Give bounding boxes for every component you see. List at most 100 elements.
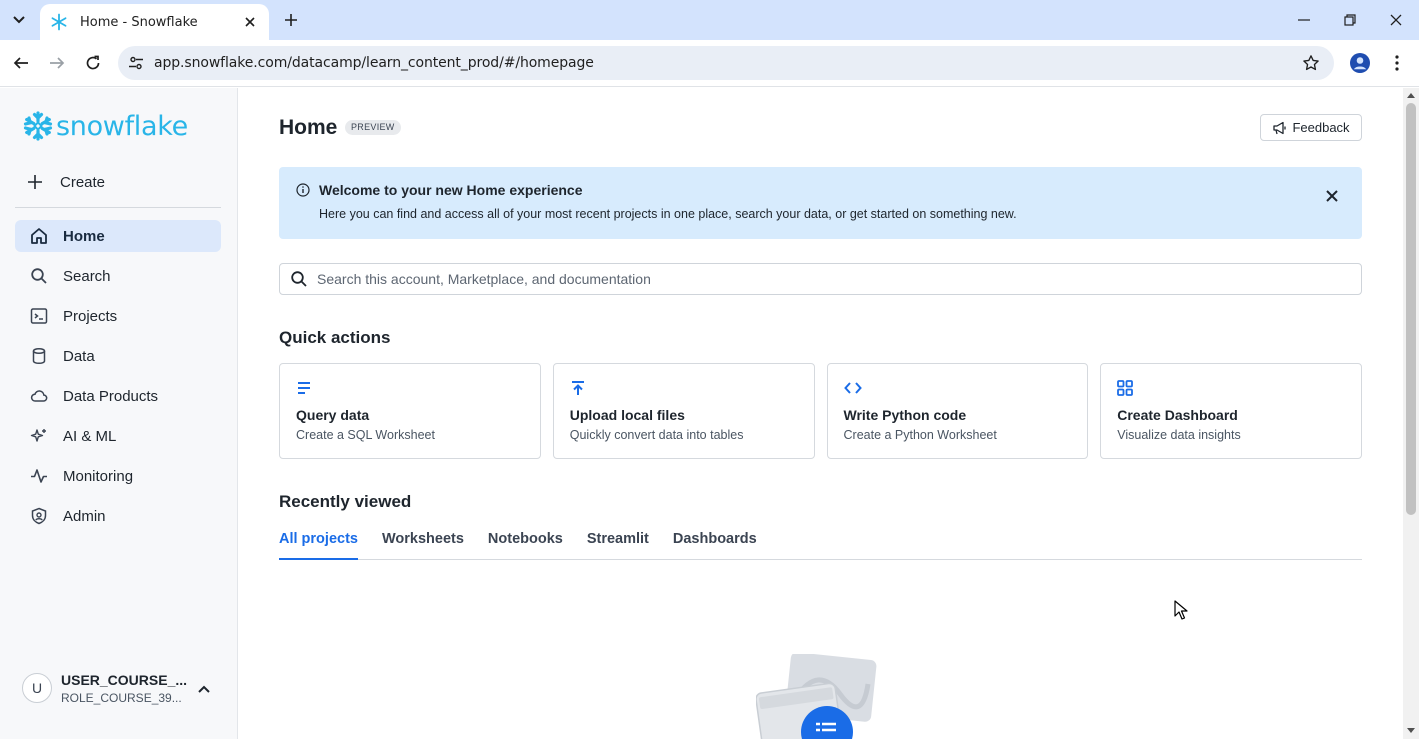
site-settings-icon[interactable]	[118, 55, 154, 71]
grid-icon	[1117, 380, 1134, 401]
browser-tab[interactable]: Home - Snowflake	[40, 4, 269, 40]
quick-action-query-data[interactable]: Query data Create a SQL Worksheet	[279, 363, 541, 459]
tab-search-button[interactable]	[6, 8, 32, 32]
sidebar-item-label: Home	[63, 227, 105, 245]
url-omnibox[interactable]: app.snowflake.com/datacamp/learn_content…	[118, 46, 1334, 80]
minimize-icon	[1298, 19, 1310, 21]
search-icon	[29, 266, 49, 286]
reload-button[interactable]	[81, 51, 105, 75]
scrollbar-thumb[interactable]	[1406, 103, 1416, 515]
sidebar-item-label: Admin	[63, 507, 106, 525]
activity-icon	[29, 466, 49, 486]
quick-action-title: Upload local files	[569, 407, 685, 423]
user-menu[interactable]: U USER_COURSE_... ROLE_COURSE_39...	[22, 668, 222, 708]
create-label: Create	[60, 173, 106, 191]
quick-action-upload-files[interactable]: Upload local files Quickly convert data …	[552, 363, 815, 459]
user-role: ROLE_COURSE_39...	[61, 690, 182, 705]
sidebar-item-data[interactable]: Data	[15, 340, 221, 372]
arrow-right-icon	[50, 57, 65, 69]
tab-all-projects[interactable]: All projects	[279, 528, 358, 560]
quick-action-subtitle: Visualize data insights	[1117, 428, 1241, 442]
sidebar-item-label: AI & ML	[63, 427, 117, 445]
database-icon	[29, 346, 49, 366]
recently-viewed-title: Recently viewed	[279, 492, 412, 511]
quick-action-python[interactable]: Write Python code Create a Python Worksh…	[826, 363, 1089, 459]
sidebar-item-projects[interactable]: Projects	[15, 300, 221, 332]
logo-text: snowflake	[56, 110, 188, 142]
main-content: Home PREVIEW Feedback Welcome to your ne…	[238, 88, 1403, 739]
browser-menu-icon[interactable]	[1386, 51, 1408, 75]
snowflake-logo-icon	[23, 111, 53, 141]
tab-notebooks[interactable]: Notebooks	[488, 528, 563, 560]
snowflake-logo[interactable]: snowflake	[22, 110, 188, 142]
close-icon	[1390, 14, 1402, 26]
sidebar-item-label: Search	[63, 267, 111, 285]
feedback-button[interactable]: Feedback	[1260, 114, 1362, 141]
sidebar-item-data-products[interactable]: Data Products	[15, 380, 221, 412]
profile-avatar-icon[interactable]	[1348, 51, 1372, 75]
welcome-banner: Welcome to your new Home experience Here…	[279, 167, 1362, 239]
shield-icon	[29, 506, 49, 526]
close-icon[interactable]	[1323, 187, 1341, 205]
back-button[interactable]	[9, 51, 33, 75]
quick-action-dashboard[interactable]: Create Dashboard Visualize data insights	[1100, 363, 1362, 459]
search-input[interactable]	[317, 271, 1317, 287]
create-button[interactable]: Create	[28, 170, 105, 194]
search-box	[279, 263, 1362, 295]
forward-button[interactable]	[45, 51, 69, 75]
close-window-button[interactable]	[1373, 0, 1419, 40]
sidebar-item-label: Data Products	[63, 387, 159, 405]
sidebar-nav: Home Search Projects Data Data Products	[15, 220, 221, 540]
banner-text: Here you can find and access all of your…	[319, 207, 1017, 221]
lines-icon	[296, 380, 312, 401]
minimize-button[interactable]	[1281, 0, 1327, 40]
sidebar-item-home[interactable]: Home	[15, 220, 221, 252]
snowflake-favicon-icon	[51, 13, 67, 31]
tab-close-icon[interactable]	[241, 13, 259, 31]
tab-streamlit[interactable]: Streamlit	[587, 528, 649, 560]
sidebar-item-admin[interactable]: Admin	[15, 500, 221, 532]
reload-icon	[86, 55, 100, 70]
quick-action-subtitle: Create a SQL Worksheet	[296, 428, 435, 442]
scroll-down-icon	[1407, 728, 1415, 733]
page-title: Home	[279, 116, 338, 139]
feedback-label: Feedback	[1292, 120, 1350, 135]
avatar: U	[22, 673, 52, 703]
preview-badge: PREVIEW	[345, 120, 401, 135]
tab-dashboards[interactable]: Dashboards	[673, 528, 757, 560]
arrow-left-icon	[13, 57, 28, 69]
quick-actions-title: Quick actions	[279, 328, 391, 347]
quick-action-title: Create Dashboard	[1117, 407, 1238, 423]
quick-action-subtitle: Quickly convert data into tables	[569, 428, 744, 442]
chevron-down-icon	[13, 16, 25, 24]
sidebar-item-label: Monitoring	[63, 467, 134, 485]
plus-icon	[28, 175, 42, 189]
home-icon	[29, 226, 49, 246]
sidebar: snowflake Create Home Search Projects Da…	[0, 88, 238, 739]
sidebar-item-label: Projects	[63, 307, 118, 325]
chevron-up-icon[interactable]	[198, 680, 210, 698]
mouse-cursor-icon	[1174, 600, 1188, 620]
sidebar-item-label: Data	[63, 347, 95, 365]
empty-state-illustration	[756, 654, 877, 739]
megaphone-icon	[1273, 121, 1287, 134]
terminal-icon	[29, 306, 49, 326]
tab-worksheets[interactable]: Worksheets	[382, 528, 464, 560]
code-icon	[843, 380, 862, 401]
restore-icon	[1344, 14, 1356, 26]
bookmark-star-icon[interactable]	[1302, 54, 1320, 77]
sidebar-item-ai-ml[interactable]: AI & ML	[15, 420, 221, 452]
tab-title: Home - Snowflake	[80, 14, 198, 30]
upload-icon	[570, 380, 586, 401]
restore-button[interactable]	[1327, 0, 1373, 40]
user-name: USER_COURSE_...	[61, 671, 188, 688]
url-text: app.snowflake.com/datacamp/learn_content…	[154, 55, 594, 71]
sidebar-item-search[interactable]: Search	[15, 260, 221, 292]
sparkle-icon	[29, 426, 49, 446]
sidebar-item-monitoring[interactable]: Monitoring	[15, 460, 221, 492]
new-tab-button[interactable]	[279, 8, 303, 32]
scroll-up-icon	[1407, 93, 1415, 98]
search-icon	[291, 271, 307, 287]
cloud-icon	[29, 386, 49, 406]
quick-action-title: Query data	[296, 407, 370, 423]
